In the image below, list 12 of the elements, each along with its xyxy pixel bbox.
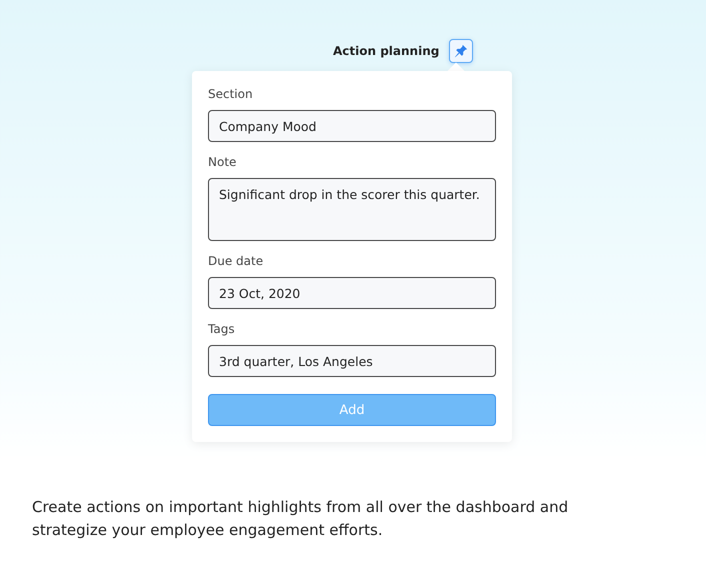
input-field[interactable]: 23 Oct, 2020: [208, 277, 496, 309]
input-field[interactable]: 3rd quarter, Los Angeles: [208, 345, 496, 377]
field-label: Note: [208, 155, 238, 169]
field-label: Tags: [208, 322, 236, 336]
field-label: Section: [208, 87, 254, 101]
panel-title: Action planning: [333, 44, 440, 58]
field-label: Due date: [208, 254, 264, 268]
pin-button[interactable]: [449, 39, 474, 63]
input-field[interactable]: Company Mood: [208, 110, 496, 142]
note-field[interactable]: Significant drop in the scorer this quarter.: [208, 178, 496, 241]
description-text: Create actions on important highlights from all over the dashboard and strategize your employee engagement efforts.: [32, 497, 570, 542]
pin-icon: [454, 44, 468, 58]
